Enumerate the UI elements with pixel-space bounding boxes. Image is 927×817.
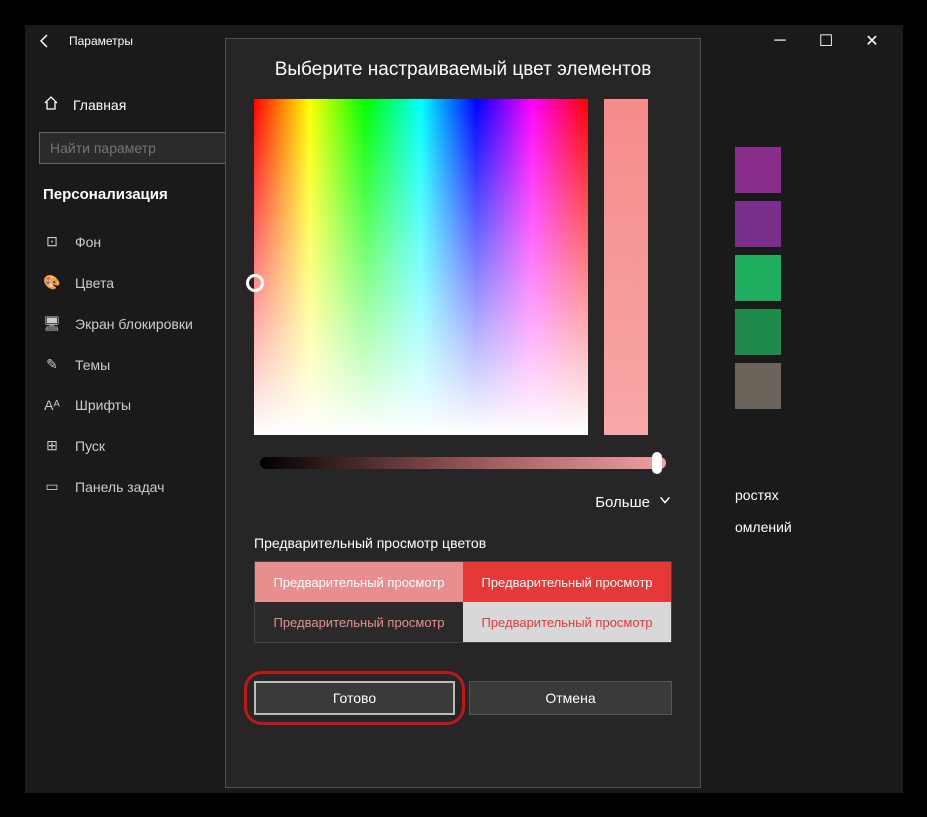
brush-icon: ✎ [43, 356, 61, 373]
nav-label: Цвета [75, 275, 114, 291]
preview-cell: Предварительный просмотр [463, 562, 671, 602]
arrow-left-icon [37, 33, 53, 49]
preview-grid: Предварительный просмотр Предварительный… [254, 561, 672, 643]
color-swatch[interactable] [735, 309, 781, 355]
grid-icon: ⊞ [43, 437, 61, 454]
color-spectrum[interactable] [254, 99, 588, 435]
font-icon: Aᴬ [43, 397, 61, 413]
partial-text: омлений [735, 519, 792, 535]
color-swatch[interactable] [735, 201, 781, 247]
nav-label: Пуск [75, 438, 105, 454]
nav-label: Фон [75, 234, 101, 250]
partial-text: ростях [735, 487, 779, 503]
saturation-bar[interactable] [604, 99, 648, 435]
color-swatch[interactable] [735, 147, 781, 193]
nav-label: Экран блокировки [75, 316, 193, 332]
picture-icon: ⊡ [43, 233, 61, 250]
color-picker-dialog: Выберите настраиваемый цвет элементов Бо… [225, 38, 701, 788]
color-swatch[interactable] [735, 363, 781, 409]
home-label: Главная [73, 97, 126, 113]
preview-cell: Предварительный просмотр [255, 562, 463, 602]
more-label: Больше [595, 494, 650, 511]
close-button[interactable]: ✕ [849, 25, 895, 57]
home-icon [43, 95, 59, 114]
maximize-button[interactable]: ☐ [803, 25, 849, 57]
taskbar-icon: ▭ [43, 478, 61, 495]
spectrum-cursor[interactable] [246, 274, 264, 292]
done-button-highlight: Готово [254, 681, 455, 715]
back-button[interactable] [33, 29, 57, 53]
more-toggle[interactable]: Больше [254, 493, 672, 511]
value-slider[interactable] [260, 457, 666, 469]
window-title: Параметры [69, 34, 133, 48]
minimize-button[interactable]: ─ [757, 25, 803, 57]
nav-label: Шрифты [75, 397, 131, 413]
preview-cell: Предварительный просмотр [463, 602, 671, 642]
cancel-button[interactable]: Отмена [469, 681, 672, 715]
preview-cell: Предварительный просмотр [255, 602, 463, 642]
dialog-title: Выберите настраиваемый цвет элементов [254, 59, 672, 81]
color-swatch[interactable] [735, 255, 781, 301]
nav-label: Темы [75, 357, 110, 373]
chevron-down-icon [658, 493, 672, 511]
nav-label: Панель задач [75, 479, 164, 495]
monitor-icon: 🖥 [43, 315, 61, 332]
done-button[interactable]: Готово [254, 681, 455, 715]
palette-icon: 🎨 [43, 274, 61, 291]
slider-thumb[interactable] [652, 452, 662, 474]
preview-heading: Предварительный просмотр цветов [254, 535, 672, 551]
background-swatches [735, 147, 781, 413]
